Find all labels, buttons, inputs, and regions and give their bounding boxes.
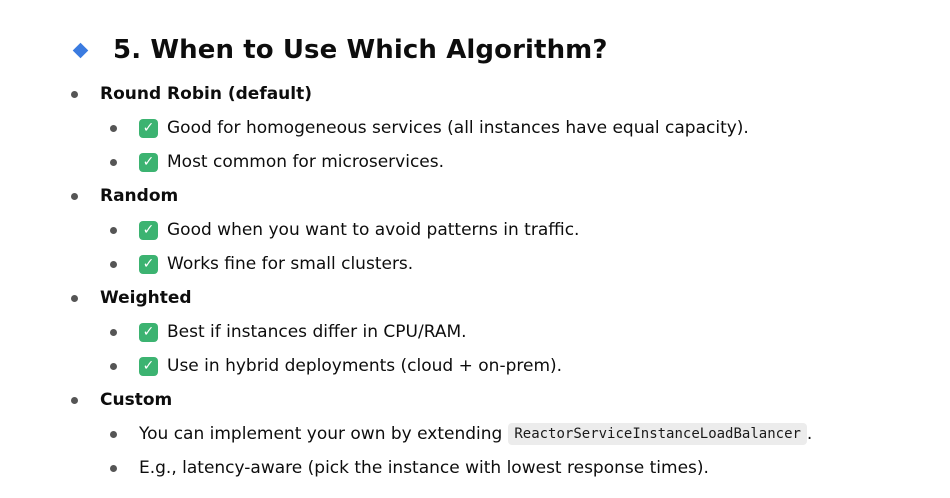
sub-list-item: ✓ Works fine for small clusters. — [110, 249, 413, 279]
check-mark-icon: ✓ — [139, 220, 158, 240]
section-heading: 5. When to Use Which Algorithm? — [72, 30, 608, 70]
list-item-random: Random — [71, 181, 178, 211]
check-mark-icon: ✓ — [139, 118, 158, 138]
sub-list-item-text: You can implement your own by extending — [139, 424, 503, 444]
bullet-icon — [110, 362, 117, 370]
sub-list-item: ✓ Use in hybrid deployments (cloud + on-… — [110, 351, 562, 381]
sub-list-item-text: Best if instances differ in CPU/RAM. — [167, 322, 467, 342]
bullet-icon — [110, 226, 117, 234]
bullet-icon — [110, 260, 117, 268]
list-item-title: Round Robin (default) — [100, 84, 313, 104]
check-mark-icon: ✓ — [139, 254, 158, 274]
sub-list-item: ✓ Good when you want to avoid patterns i… — [110, 215, 579, 245]
diamond-icon — [72, 42, 89, 58]
sub-list-item-text: Use in hybrid deployments (cloud + on-pr… — [167, 356, 563, 376]
bullet-icon — [71, 396, 78, 404]
list-item-title: Weighted — [100, 288, 192, 308]
bullet-icon — [110, 328, 117, 336]
list-item-custom: Custom — [71, 385, 172, 415]
list-item-title: Custom — [100, 390, 173, 410]
check-mark-icon: ✓ — [139, 322, 158, 342]
sub-list-item-text: Most common for microservices. — [167, 152, 445, 172]
sub-list-item-suffix: . — [806, 424, 813, 444]
sub-list-item-text: Good when you want to avoid patterns in … — [167, 220, 580, 240]
bullet-icon — [71, 90, 78, 98]
check-mark-icon: ✓ — [139, 356, 158, 376]
sub-list-item: E.g., latency-aware (pick the instance w… — [110, 453, 709, 483]
sub-list-item-text: E.g., latency-aware (pick the instance w… — [139, 458, 709, 478]
sub-list-item-text: Good for homogeneous services (all insta… — [167, 118, 749, 138]
inline-code: ReactorServiceInstanceLoadBalancer — [508, 423, 807, 445]
sub-list-item-text: Works fine for small clusters. — [167, 254, 414, 274]
sub-list-item: ✓ Most common for microservices. — [110, 147, 444, 177]
bullet-icon — [110, 464, 117, 472]
bullet-icon — [71, 294, 78, 302]
page-title: 5. When to Use Which Algorithm? — [113, 35, 608, 65]
bullet-icon — [110, 430, 117, 438]
check-mark-icon: ✓ — [139, 152, 158, 172]
bullet-icon — [110, 158, 117, 166]
list-item-weighted: Weighted — [71, 283, 192, 313]
sub-list-item: ✓ Best if instances differ in CPU/RAM. — [110, 317, 467, 347]
sub-list-item: You can implement your own by extending … — [110, 419, 812, 449]
list-item-title: Random — [100, 186, 179, 206]
sub-list-item: ✓ Good for homogeneous services (all ins… — [110, 113, 749, 143]
bullet-icon — [110, 124, 117, 132]
bullet-icon — [71, 192, 78, 200]
list-item-round-robin: Round Robin (default) — [71, 79, 312, 109]
